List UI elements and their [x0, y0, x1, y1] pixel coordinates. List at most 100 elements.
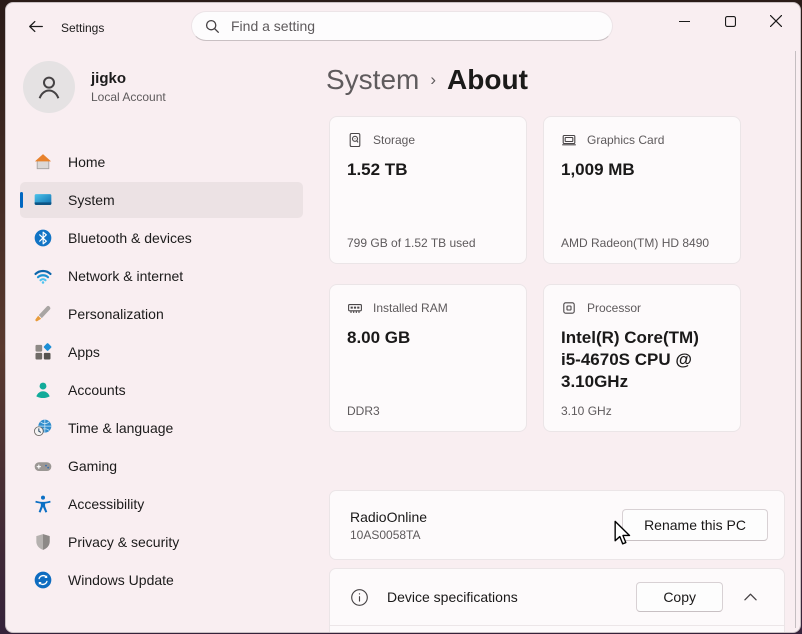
gaming-icon [33, 456, 53, 476]
sidebar-item-label: Time & language [68, 420, 173, 436]
sidebar-item-label: Privacy & security [68, 534, 179, 550]
copy-button[interactable]: Copy [636, 582, 723, 612]
person-icon [34, 72, 64, 102]
sidebar-item-windows-update[interactable]: Windows Update [20, 562, 303, 598]
system-icon [33, 190, 53, 210]
storage-icon [347, 132, 363, 148]
settings-window: Settings Find a setting [5, 2, 801, 633]
device-specifications-label: Device specifications [387, 589, 518, 605]
minimize-button[interactable] [661, 3, 707, 39]
card-header: Installed RAM [347, 300, 509, 316]
installed-ram-card: Installed RAM 8.00 GB DDR3 [329, 284, 527, 432]
selection-pill [20, 192, 23, 208]
device-specifications-card: Device specifications Copy [329, 568, 785, 633]
sidebar-item-label: Apps [68, 344, 100, 360]
time-language-icon [33, 418, 53, 438]
page-title: About [447, 64, 528, 95]
user-name: jigko [91, 70, 166, 87]
device-specifications-header[interactable]: Device specifications Copy [330, 569, 784, 626]
app-title: Settings [61, 21, 104, 35]
search-placeholder: Find a setting [231, 18, 315, 34]
network-icon [33, 266, 53, 286]
card-value: 1.52 TB [347, 159, 509, 181]
desktop: { "window": { "title": "Settings" }, "se… [0, 0, 802, 634]
card-detail: 799 GB of 1.52 TB used [347, 236, 476, 250]
user-account-type: Local Account [91, 90, 166, 104]
minimize-icon [679, 16, 690, 27]
card-header: Storage [347, 132, 509, 148]
sidebar-item-system[interactable]: System [20, 182, 303, 218]
card-detail: AMD Radeon(TM) HD 8490 [561, 236, 709, 250]
accounts-icon [33, 380, 53, 400]
graphics-card-icon [561, 132, 577, 148]
sidebar-item-network-internet[interactable]: Network & internet [20, 258, 303, 294]
card-detail: DDR3 [347, 404, 380, 418]
windows-update-icon [33, 570, 53, 590]
chevron-up-icon [744, 593, 757, 601]
user-info: jigko Local Account [91, 70, 166, 104]
avatar [23, 61, 75, 113]
sidebar-item-home[interactable]: Home [20, 144, 303, 180]
storage-card: Storage 1.52 TB 799 GB of 1.52 TB used [329, 116, 527, 264]
processor-card: Processor Intel(R) Core(TM) i5-4670S CPU… [543, 284, 741, 432]
main-content: System › About Storage 1.52 TB 799 GB of 1… [326, 49, 800, 632]
home-icon [33, 152, 53, 172]
sidebar-item-label: Gaming [68, 458, 117, 474]
sidebar-item-label: Network & internet [68, 268, 183, 284]
shield-icon [33, 532, 53, 552]
ram-icon [347, 300, 363, 316]
card-label: Storage [373, 133, 415, 147]
collapse-expander[interactable] [732, 582, 768, 612]
card-header: Graphics Card [561, 132, 723, 148]
card-value: 1,009 MB [561, 159, 723, 181]
sidebar-item-gaming[interactable]: Gaming [20, 448, 303, 484]
mouse-cursor [611, 520, 633, 551]
sidebar-item-privacy-security[interactable]: Privacy & security [20, 524, 303, 560]
user-profile[interactable]: jigko Local Account [6, 49, 326, 123]
bluetooth-icon [33, 228, 53, 248]
close-button[interactable] [753, 3, 799, 39]
sidebar: jigko Local Account Home System [6, 49, 326, 632]
sidebar-item-label: Accessibility [68, 496, 144, 512]
rename-pc-button[interactable]: Rename this PC [622, 509, 768, 541]
sidebar-item-personalization[interactable]: Personalization [20, 296, 303, 332]
spec-cards-grid: Storage 1.52 TB 799 GB of 1.52 TB used G… [329, 116, 800, 432]
sidebar-item-label: Personalization [68, 306, 164, 322]
device-name-card: RadioOnline 10AS0058TA Rename this PC [329, 490, 785, 560]
device-name: RadioOnline [350, 509, 427, 525]
card-value: 8.00 GB [347, 327, 509, 349]
back-arrow-icon [27, 18, 44, 35]
breadcrumb-system-link[interactable]: System [326, 64, 419, 95]
personalization-icon [33, 304, 53, 324]
titlebar: Settings Find a setting [6, 3, 800, 49]
sidebar-item-accessibility[interactable]: Accessibility [20, 486, 303, 522]
breadcrumb-separator: › [430, 70, 436, 89]
accessibility-icon [33, 494, 53, 514]
sidebar-item-bluetooth-devices[interactable]: Bluetooth & devices [20, 220, 303, 256]
card-header: Processor [561, 300, 723, 316]
apps-icon [33, 342, 53, 362]
maximize-icon [725, 16, 736, 27]
graphics-card-card: Graphics Card 1,009 MB AMD Radeon(TM) HD… [543, 116, 741, 264]
sidebar-item-time-language[interactable]: Time & language [20, 410, 303, 446]
device-info: RadioOnline 10AS0058TA [350, 509, 427, 542]
card-detail: 3.10 GHz [561, 404, 612, 418]
search-icon [205, 19, 220, 34]
maximize-button[interactable] [707, 3, 753, 39]
card-value: Intel(R) Core(TM) i5-4670S CPU @ 3.10GHz [561, 327, 723, 393]
device-id: 10AS0058TA [350, 528, 427, 542]
sidebar-item-label: Bluetooth & devices [68, 230, 192, 246]
sidebar-nav: Home System Bluetooth & devices [6, 144, 326, 598]
close-icon [770, 15, 782, 27]
processor-icon [561, 300, 577, 316]
sidebar-item-label: Accounts [68, 382, 126, 398]
card-label: Installed RAM [373, 301, 448, 315]
scrollbar[interactable] [795, 51, 796, 628]
search-input[interactable]: Find a setting [191, 11, 613, 41]
sidebar-item-apps[interactable]: Apps [20, 334, 303, 370]
breadcrumb: System › About [326, 49, 800, 99]
back-button[interactable] [18, 12, 52, 40]
sidebar-item-label: Windows Update [68, 572, 174, 588]
sidebar-item-accounts[interactable]: Accounts [20, 372, 303, 408]
sidebar-item-label: Home [68, 154, 105, 170]
